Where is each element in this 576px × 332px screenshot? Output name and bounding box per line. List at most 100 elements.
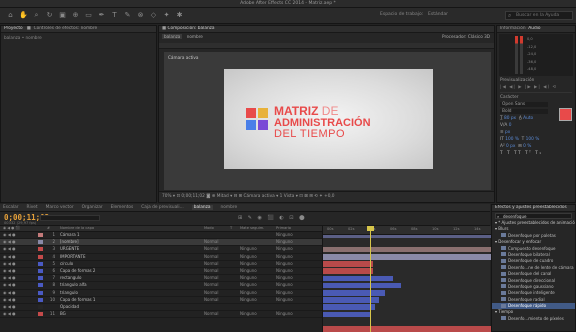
visibility-eye-icon[interactable]: ◉ ◀ ●	[3, 232, 16, 238]
layer-row[interactable]: ◉ ◀ ● Opacidad	[0, 304, 322, 312]
layer-blend-mode[interactable]: Normal	[204, 254, 218, 260]
rectangle-icon[interactable]: ▭	[84, 11, 93, 20]
workspace-select[interactable]: Estándar	[428, 12, 448, 17]
layer-row[interactable]: ◉ ◀ ● 10 Capa de formas 1 Normal Ninguno Ning…	[0, 297, 322, 304]
work-area-bar[interactable]	[323, 235, 491, 238]
renderer-label[interactable]: Procesador: Clásico 3D	[442, 33, 490, 41]
layer-blend-mode[interactable]: Normal	[204, 239, 218, 245]
layer-parent[interactable]: Ninguno	[276, 290, 293, 296]
layer-parent[interactable]: Ninguno	[276, 239, 293, 245]
bottom-tab-nombre[interactable]: nombre	[221, 205, 238, 210]
stroke-row[interactable]: ≡ px	[500, 130, 572, 135]
layer-duration-bar[interactable]	[323, 311, 371, 318]
preview-label[interactable]: Previsualización	[500, 78, 572, 83]
font-style-field[interactable]: Bold	[500, 109, 548, 114]
layer-label-color[interactable]	[38, 276, 43, 281]
layer-blend-mode[interactable]: Normal	[204, 290, 218, 296]
layer-duration-bar[interactable]	[323, 290, 385, 296]
layer-row[interactable]: ◉ ◀ ● 8 triangulo alfa Normal Ninguno Ninguno	[0, 282, 322, 290]
help-search-input[interactable]: ⌕ Buscar en la Ayuda	[505, 11, 573, 20]
layer-label-color[interactable]	[38, 254, 43, 259]
layer-track-matte[interactable]: Ninguno	[240, 268, 257, 274]
layer-name[interactable]: Cámara 1	[60, 232, 80, 238]
layer-row[interactable]: ◉ ◀ ● 9 triangulo Normal Ninguno Ninguno	[0, 290, 322, 297]
tab-effects-presets[interactable]: Efectos y ajustes preestablecidos	[495, 205, 567, 210]
layer-row[interactable]: ◉ ◀ ● 6 Capa de formas 2 Normal Ninguno Ningu…	[0, 268, 322, 276]
current-time-indicator[interactable]	[367, 226, 374, 231]
layer-name[interactable]: BG	[60, 311, 66, 317]
layer-label-color[interactable]	[38, 233, 43, 237]
eraser-icon[interactable]: ◇	[149, 11, 158, 20]
layer-track-matte[interactable]: Ninguno	[240, 297, 257, 303]
visibility-eye-icon[interactable]: ◉ ◀ ●	[3, 297, 16, 303]
layer-label-color[interactable]	[38, 312, 43, 317]
scale-row[interactable]: IT 100 % T 100 %	[500, 137, 572, 142]
layer-duration-bar[interactable]	[323, 246, 491, 253]
layer-blend-mode[interactable]: Normal	[204, 311, 218, 317]
font-size-value[interactable]: 80 px	[504, 116, 516, 121]
layer-duration-bar[interactable]	[323, 304, 375, 310]
bottom-tab-balanza[interactable]: balanza	[191, 205, 213, 210]
layer-track-matte[interactable]: Ninguno	[240, 261, 257, 267]
fill-color-swatch[interactable]	[559, 108, 572, 121]
visibility-eye-icon[interactable]: ◉ ◀ ●	[3, 275, 16, 281]
subtab-nombre[interactable]: nombre	[187, 34, 203, 39]
horizontal-scale-value[interactable]: 100 %	[526, 137, 540, 142]
layer-name[interactable]: triangulo alfa	[60, 282, 87, 288]
visibility-eye-icon[interactable]: ◉ ◀ ●	[3, 290, 16, 296]
layer-name[interactable]: [nombre]	[60, 239, 79, 245]
layer-track-matte[interactable]: Ninguno	[240, 275, 257, 281]
bottom-tab-caja-de-previsuali-[interactable]: Caja de previsuali...	[141, 205, 183, 210]
text-icon[interactable]: T	[110, 11, 119, 20]
time-ruler[interactable]: 00s02s04s06s08s10s12s14s	[323, 226, 491, 235]
visibility-eye-icon[interactable]: ◉ ◀ ●	[3, 304, 16, 310]
layer-duration-bar[interactable]	[323, 254, 491, 260]
layer-parent[interactable]: Ninguno	[276, 275, 293, 281]
layer-duration-bar[interactable]	[323, 261, 373, 267]
visibility-eye-icon[interactable]: ◉ ◀ ●	[3, 246, 16, 252]
layer-track-matte[interactable]: Ninguno	[240, 311, 257, 317]
effect-item[interactable]: Desenfo...miento de píxeles	[492, 316, 575, 322]
layer-parent[interactable]: Ninguno	[276, 254, 293, 260]
layer-parent[interactable]: Ninguno	[276, 297, 293, 303]
layer-name[interactable]: URGENTE	[60, 246, 79, 252]
layer-label-color[interactable]	[38, 304, 43, 309]
layer-name[interactable]: Capa de formas 2	[60, 268, 95, 274]
layer-label-color[interactable]	[38, 240, 43, 245]
layer-duration-bar[interactable]	[323, 326, 491, 332]
pan-behind-icon[interactable]: ⊕	[71, 11, 80, 20]
layer-name[interactable]: círculo	[60, 261, 73, 267]
tsume-value[interactable]: 0 %	[523, 144, 531, 149]
layer-blend-mode[interactable]: Normal	[204, 275, 218, 281]
layer-blend-mode[interactable]: Normal	[204, 268, 218, 274]
visibility-eye-icon[interactable]: ◉ ◀ ●	[3, 261, 16, 267]
layer-blend-mode[interactable]: Normal	[204, 261, 218, 267]
preview-controls[interactable]: |◀ ◀| ▶ |▶ ▶| ◀) ⟲	[500, 85, 572, 90]
layer-row[interactable]: ◉ ◀ ● 5 círculo Normal Ninguno Ninguno	[0, 261, 322, 268]
layer-label-color[interactable]	[38, 261, 43, 266]
layer-label-color[interactable]	[38, 268, 43, 273]
layer-track-matte[interactable]: Ninguno	[240, 290, 257, 296]
layer-blend-mode[interactable]: Normal	[204, 246, 218, 252]
visibility-eye-icon[interactable]: ◉ ◀ ●	[3, 282, 16, 288]
layer-label-color[interactable]	[38, 247, 43, 252]
layer-row[interactable]: ◉ ◀ ● 3 URGENTE Normal Ninguno Ninguno	[0, 246, 322, 254]
visibility-eye-icon[interactable]: ◉ ◀ ●	[3, 268, 16, 274]
home-icon[interactable]: ⌂	[6, 11, 15, 20]
col-layer-name[interactable]: Nombre de la capa	[60, 226, 94, 231]
effects-search-input[interactable]: ⌕ desenfoque	[495, 213, 572, 219]
bottom-tab-elementos[interactable]: Elementos	[111, 205, 134, 210]
timeline-graph[interactable]: 00s02s04s06s08s10s12s14s	[322, 226, 491, 332]
text-style-buttons[interactable]: T T TT Tᵀ T₁	[500, 151, 572, 156]
layer-parent[interactable]: Ninguno	[276, 261, 293, 267]
layer-track-matte[interactable]: Ninguno	[240, 254, 257, 260]
layer-label-color[interactable]	[38, 283, 43, 288]
layer-name[interactable]: IMPORTANTE	[60, 254, 86, 260]
font-family-field[interactable]: Open Sans	[500, 102, 548, 107]
stroke-value[interactable]: px	[505, 130, 510, 135]
layer-name[interactable]: Capa de formas 1	[60, 297, 95, 303]
tab-audio[interactable]: Audio	[528, 26, 540, 31]
layer-parent[interactable]: Ninguno	[276, 232, 293, 238]
tab-info[interactable]: Información	[500, 26, 526, 31]
layer-parent[interactable]: Ninguno	[276, 246, 293, 252]
